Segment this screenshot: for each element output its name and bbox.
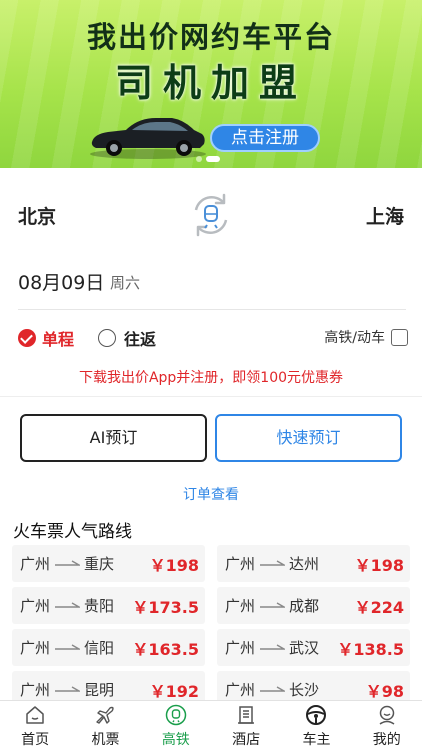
route-from: 广州 (20, 597, 51, 615)
departure-date[interactable]: 08月09日 (18, 268, 104, 295)
profile-icon (379, 705, 395, 725)
route-price: ￥98 (365, 681, 404, 701)
high-speed-label: 高铁/动车 (324, 330, 385, 346)
car-icon (90, 118, 206, 159)
one-way-label: 单程 (42, 330, 75, 349)
route-price: ￥163.5 (132, 639, 199, 659)
carousel-indicator (196, 156, 220, 162)
register-button[interactable]: 点击注册 (210, 124, 320, 152)
order-check-link[interactable]: 订单查看 (0, 484, 422, 504)
route-card[interactable]: 广州 重庆 ￥198 (12, 545, 205, 582)
route-card[interactable]: 广州 成都 ￥224 (217, 587, 410, 624)
route-price: ￥192 (149, 681, 199, 701)
route-to: 达州 (289, 555, 320, 573)
bottom-tab-bar: 首页 机票 高铁 酒店 车主 我的 (0, 700, 422, 750)
arrow-right-icon (260, 559, 286, 566)
route-to: 贵阳 (84, 597, 115, 615)
radio-checked-icon[interactable] (18, 329, 36, 347)
promo-text[interactable]: 下载我出价App并注册，即领100元优惠券 (0, 367, 422, 387)
departure-weekday: 周六 (110, 274, 141, 292)
round-trip-label: 往返 (124, 330, 157, 349)
popular-routes-title: 火车票人气路线 (13, 522, 132, 542)
promo-banner[interactable]: 我出价网约车平台 司机加盟 点击注册 (0, 0, 422, 168)
route-price: ￥198 (354, 555, 404, 575)
tab-hotel[interactable]: 酒店 (211, 701, 281, 750)
arrow-right-icon (260, 601, 286, 608)
route-card[interactable]: 广州 贵阳 ￥173.5 (12, 587, 205, 624)
route-to: 成都 (289, 597, 320, 615)
station-selector: 北京 上海 (0, 178, 422, 254)
route-from: 广州 (20, 681, 51, 699)
swap-icon[interactable] (186, 190, 236, 240)
tab-profile-label: 我的 (372, 732, 401, 748)
hotel-icon (238, 706, 255, 724)
divider (0, 396, 422, 397)
arrow-right-icon (55, 559, 81, 566)
arrow-right-icon (55, 643, 81, 650)
high-speed-filter[interactable]: 高铁/动车 (324, 327, 408, 347)
route-to: 武汉 (289, 639, 320, 657)
airplane-icon (96, 706, 115, 724)
tab-flights[interactable]: 机票 (70, 701, 140, 750)
route-to: 信阳 (84, 639, 115, 657)
tab-car-owner[interactable]: 车主 (281, 701, 351, 750)
route-from: 广州 (225, 681, 256, 699)
route-to: 昆明 (84, 681, 115, 699)
popular-routes-grid: 广州 重庆 ￥198 广州 达州 ￥198 广州 贵阳 ￥173.5 广州 成都… (12, 545, 412, 700)
route-from: 广州 (20, 639, 51, 657)
route-price: ￥173.5 (132, 597, 199, 617)
arrow-right-icon (260, 643, 286, 650)
tab-high-speed-rail[interactable]: 高铁 (141, 701, 211, 750)
route-from: 广州 (20, 555, 51, 573)
trip-type-selector: 单程 往返 高铁/动车 (18, 326, 408, 350)
route-to: 长沙 (289, 681, 320, 699)
route-from: 广州 (225, 597, 256, 615)
one-way-option[interactable]: 单程 (18, 326, 74, 350)
high-speed-checkbox[interactable] (391, 328, 408, 346)
route-card[interactable]: 广州 武汉 ￥138.5 (217, 629, 410, 666)
route-card[interactable]: 广州 信阳 ￥163.5 (12, 629, 205, 666)
tab-high-speed-rail-label: 高铁 (161, 732, 190, 748)
quick-book-button[interactable]: 快速预订 (215, 414, 402, 462)
carousel-dot-active[interactable] (206, 156, 220, 162)
route-price: ￥224 (354, 597, 404, 617)
train-icon (165, 704, 187, 726)
tab-profile[interactable]: 我的 (352, 701, 422, 750)
home-icon (26, 706, 44, 724)
tab-car-owner-label: 车主 (302, 732, 331, 748)
banner-title: 司机加盟 (114, 61, 307, 105)
route-card[interactable]: 广州 达州 ￥198 (217, 545, 410, 582)
route-price: ￥198 (149, 555, 199, 575)
arrow-right-icon (55, 685, 81, 692)
departure-city[interactable]: 北京 (18, 202, 56, 229)
route-price: ￥138.5 (337, 639, 404, 659)
steering-wheel-icon (306, 705, 327, 725)
ai-book-button[interactable]: AI预订 (20, 414, 207, 462)
tab-home[interactable]: 首页 (0, 701, 70, 750)
radio-unchecked-icon[interactable] (98, 329, 116, 347)
route-card[interactable]: 广州 昆明 ￥192 (12, 671, 205, 700)
route-from: 广州 (225, 555, 256, 573)
tab-flights-label: 机票 (91, 732, 120, 748)
carousel-dot[interactable] (196, 156, 202, 162)
arrow-right-icon (55, 601, 81, 608)
date-picker[interactable]: 08月09日 周六 (18, 266, 406, 310)
tab-hotel-label: 酒店 (232, 732, 261, 748)
route-from: 广州 (225, 639, 256, 657)
arrival-city[interactable]: 上海 (366, 202, 404, 229)
route-to: 重庆 (84, 555, 115, 573)
arrow-right-icon (260, 685, 286, 692)
route-card[interactable]: 广州 长沙 ￥98 (217, 671, 410, 700)
banner-headline: 我出价网约车平台 (86, 20, 335, 54)
tab-home-label: 首页 (21, 732, 50, 748)
round-trip-option[interactable]: 往返 (98, 326, 156, 350)
